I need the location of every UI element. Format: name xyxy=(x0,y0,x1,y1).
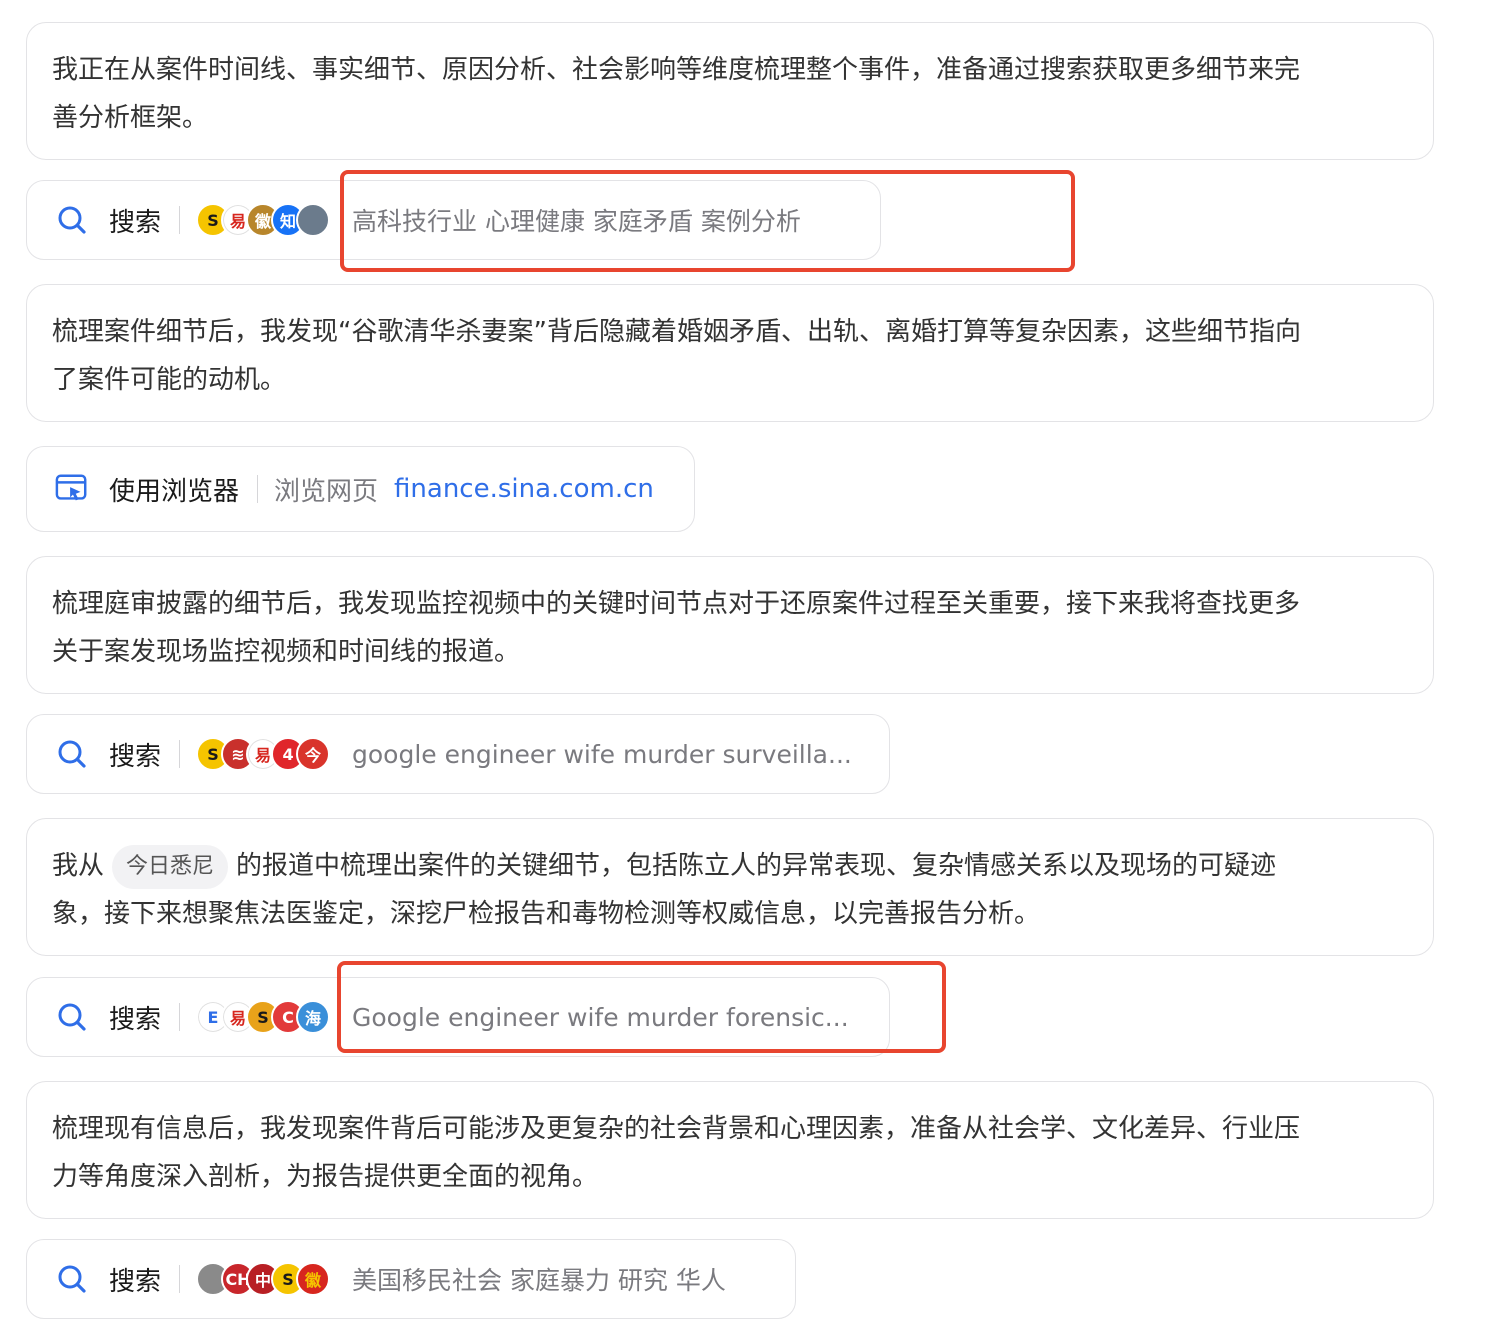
thought-text-segment: 的报道中梳理出案件的关键细节，包括陈立人的异常表现、复杂情感关系以及现场的可疑迹 xyxy=(236,851,1277,881)
search-icon xyxy=(55,1262,89,1296)
source-favicons: S ≋ 易 4 今 xyxy=(196,737,331,771)
thought-text-line: 了案件可能的动机。 xyxy=(52,365,287,395)
search-query: Google engineer wife murder forensic... xyxy=(352,1002,849,1032)
browser-step[interactable]: 使用浏览器 浏览网页 finance.sina.com.cn xyxy=(26,446,695,532)
thought-text-line: 力等角度深入剖析，为报告提供更全面的视角。 xyxy=(52,1162,599,1192)
divider xyxy=(179,1003,181,1031)
thought-text-line: 我正在从案件时间线、事实细节、原因分析、社会影响等维度梳理整个事件，准备通过搜索… xyxy=(52,55,1301,85)
thought-text-line: 象，接下来想聚焦法医鉴定，深挖尸检报告和毒物检测等权威信息，以完善报告分析。 xyxy=(52,899,1041,929)
thought-card: 梳理庭审披露的细节后，我发现监控视频中的关键时间节点对于还原案件过程至关重要，接… xyxy=(26,556,1434,694)
thought-text-segment: 我从 xyxy=(52,851,105,881)
source-favicons: S 易 徽 知 xyxy=(196,203,331,237)
search-step[interactable]: 搜索 CH 中 S 徽 美国移民社会 家庭暴力 研究 华人 xyxy=(26,1239,796,1319)
jin-favicon-icon: 今 xyxy=(296,737,331,771)
thought-text-line: 梳理庭审披露的细节后，我发现监控视频中的关键时间节点对于还原案件过程至关重要，接… xyxy=(52,589,1301,619)
browsed-domain-link[interactable]: finance.sina.com.cn xyxy=(394,474,654,504)
search-step[interactable]: 搜索 E 易 S C 海 Google engineer wife murder… xyxy=(26,977,890,1057)
photo-favicon-icon xyxy=(296,203,331,237)
search-label: 搜索 xyxy=(109,741,162,772)
browser-icon xyxy=(55,472,89,506)
search-query: 美国移民社会 家庭暴力 研究 华人 xyxy=(352,1266,726,1295)
thought-card: 梳理现有信息后，我发现案件背后可能涉及更复杂的社会背景和心理因素，准备从社会学、… xyxy=(26,1081,1434,1219)
search-label: 搜索 xyxy=(109,207,162,238)
search-step[interactable]: 搜索 S ≋ 易 4 今 google engineer wife murder… xyxy=(26,714,890,794)
thought-text-line: 梳理现有信息后，我发现案件背后可能涉及更复杂的社会背景和心理因素，准备从社会学、… xyxy=(52,1114,1301,1144)
thought-text-line: 梳理案件细节后，我发现“谷歌清华杀妻案”背后隐藏着婚姻矛盾、出轨、离婚打算等复杂… xyxy=(52,317,1301,347)
search-query: 高科技行业 心理健康 家庭矛盾 案例分析 xyxy=(352,207,801,236)
browser-label: 使用浏览器 xyxy=(109,476,240,507)
emblem-favicon-icon: 徽 xyxy=(296,1262,331,1296)
source-favicons: CH 中 S 徽 xyxy=(196,1262,331,1296)
thought-card: 我从 今日悉尼 的报道中梳理出案件的关键细节，包括陈立人的异常表现、复杂情感关系以及… xyxy=(26,818,1434,956)
agent-activity-feed: 我正在从案件时间线、事实细节、原因分析、社会影响等维度梳理整个事件，准备通过搜索… xyxy=(0,0,1494,1340)
browse-label: 浏览网页 xyxy=(274,476,379,507)
divider xyxy=(179,206,181,234)
search-icon xyxy=(55,1000,89,1034)
divider xyxy=(179,740,181,768)
search-icon xyxy=(55,203,89,237)
search-icon xyxy=(55,737,89,771)
divider xyxy=(179,1265,181,1293)
search-label: 搜索 xyxy=(109,1004,162,1035)
hai-favicon-icon: 海 xyxy=(296,1000,331,1034)
thought-text-line: 善分析框架。 xyxy=(52,103,209,133)
source-chip[interactable]: 今日悉尼 xyxy=(112,844,229,889)
divider xyxy=(257,475,259,503)
search-step[interactable]: 搜索 S 易 徽 知 高科技行业 心理健康 家庭矛盾 案例分析 xyxy=(26,180,881,260)
search-label: 搜索 xyxy=(109,1266,162,1297)
thought-card: 梳理案件细节后，我发现“谷歌清华杀妻案”背后隐藏着婚姻矛盾、出轨、离婚打算等复杂… xyxy=(26,284,1434,422)
thought-card: 我正在从案件时间线、事实细节、原因分析、社会影响等维度梳理整个事件，准备通过搜索… xyxy=(26,22,1434,160)
search-query: google engineer wife murder surveilla... xyxy=(352,739,852,769)
source-favicons: E 易 S C 海 xyxy=(196,1000,331,1034)
thought-text-line: 关于案发现场监控视频和时间线的报道。 xyxy=(52,637,521,667)
